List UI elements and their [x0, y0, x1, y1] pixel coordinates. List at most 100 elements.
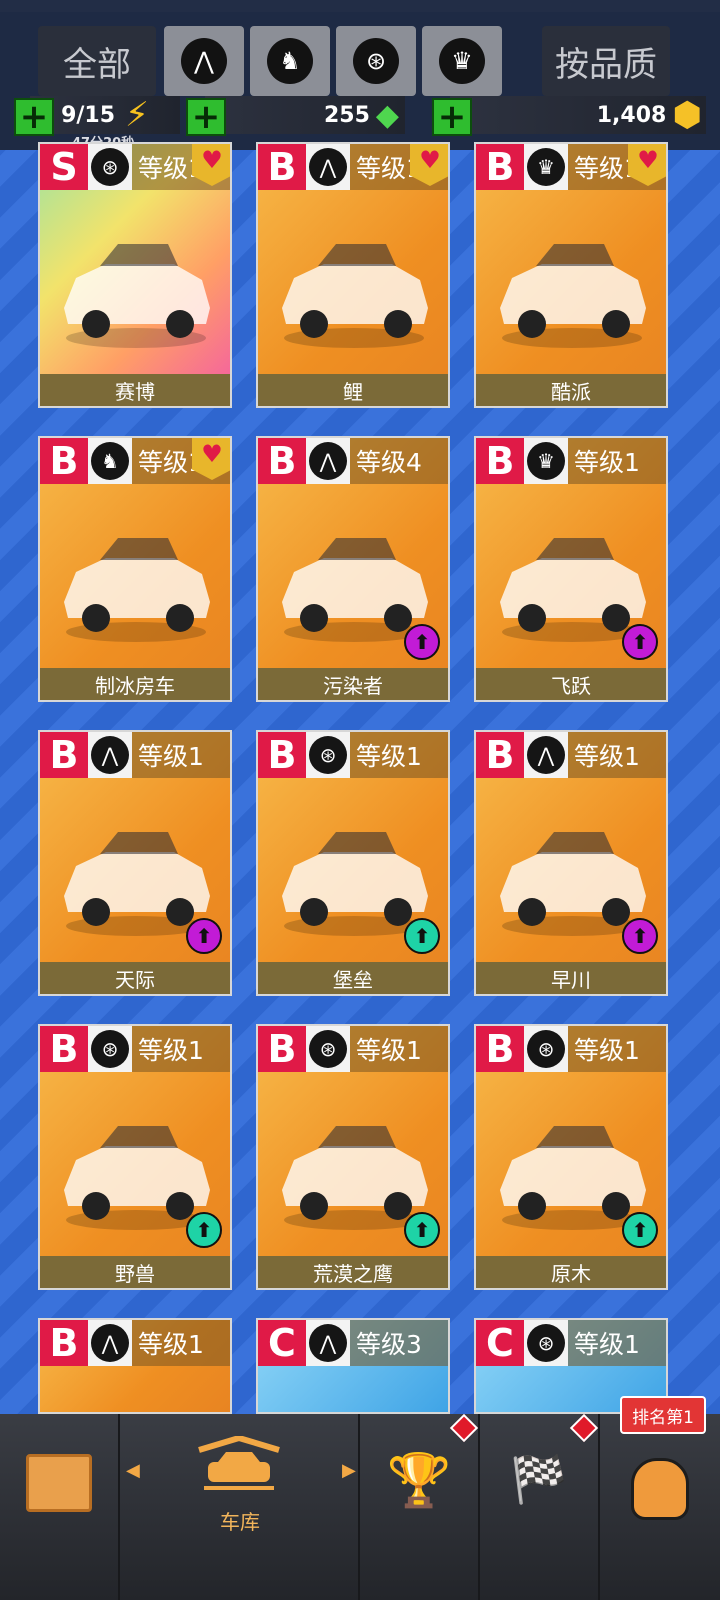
gem-value: 255 [323, 102, 370, 128]
car-image [500, 1126, 646, 1230]
card-header: B ⊛ 等级1 [40, 1026, 230, 1072]
filter-tab-horse[interactable]: ♞ [250, 26, 330, 96]
level-label: 等级1 [132, 732, 230, 778]
gem-counter: 255 ◆ [205, 96, 405, 134]
trophy-icon: 🏆 [386, 1451, 452, 1511]
road-icon: ⋀ [309, 1324, 347, 1362]
car-card[interactable]: B ⋀ 等级1 ⬆ 早川 [474, 730, 668, 996]
car-card[interactable]: B ♛ 等级1 ⬆ 飞跃 [474, 436, 668, 702]
upgrade-arrow-icon[interactable]: ⬆ [186, 1212, 222, 1248]
level-label: 等级1 [350, 1026, 448, 1072]
grade-badge: B [40, 1320, 88, 1366]
road-icon: ⋀ [309, 148, 347, 186]
upgrade-arrow-icon[interactable]: ⬆ [404, 918, 440, 954]
car-card[interactable]: B ⊛ 等级1 ⬆ 野兽 [38, 1024, 232, 1290]
upgrade-arrow-icon[interactable]: ⬆ [404, 624, 440, 660]
wheel-icon: ⊛ [309, 1030, 347, 1068]
car-name: 原木 [476, 1256, 666, 1288]
grade-badge: B [40, 438, 88, 484]
gem-icon: ◆ [375, 97, 399, 133]
car-image [64, 538, 210, 642]
upgrade-arrow-icon[interactable]: ⬆ [622, 1212, 658, 1248]
car-image [500, 832, 646, 936]
grade-badge: B [40, 732, 88, 778]
wheel-icon: ⊛ [309, 736, 347, 774]
class-badge: ⊛ [88, 144, 132, 190]
class-badge: ⊛ [306, 732, 350, 778]
car-name: 赛博 [40, 374, 230, 406]
level-label: 等级1 [568, 1026, 666, 1072]
coin-counter: 1,408 ⬢ [450, 95, 706, 135]
class-badge: ⊛ [524, 1320, 568, 1366]
road-icon: ⋀ [181, 38, 227, 84]
car-card[interactable]: B ⊛ 等级1 ⬆ 荒漠之鹰 [256, 1024, 450, 1290]
class-badge: ♛ [524, 438, 568, 484]
car-image [64, 832, 210, 936]
car-image [282, 244, 428, 348]
nav-profile[interactable] [600, 1414, 720, 1600]
card-header: C ⋀ 等级3 [258, 1320, 448, 1366]
car-card[interactable]: B ⊛ 等级1 ⬆ 堡垒 [256, 730, 450, 996]
wheel-icon: ⊛ [527, 1030, 565, 1068]
grade-badge: B [40, 1026, 88, 1072]
sort-by-quality-button[interactable]: 按品质 [542, 26, 670, 96]
crown-icon: ♛ [527, 148, 565, 186]
car-card[interactable]: B ♞ 等级1 ♥ 制冰房车 [38, 436, 232, 702]
car-image [64, 1126, 210, 1230]
upgrade-arrow-icon[interactable]: ⬆ [186, 918, 222, 954]
add-coins-button[interactable]: + [432, 97, 472, 137]
garage-icon [194, 1434, 284, 1492]
grade-badge: B [258, 144, 306, 190]
card-header: B ⊛ 等级1 [258, 732, 448, 778]
car-card[interactable]: C ⋀ 等级3 [256, 1318, 450, 1414]
car-image [282, 832, 428, 936]
car-card[interactable]: B ⋀ 等级1 ⬆ 天际 [38, 730, 232, 996]
car-card[interactable]: B ⊛ 等级1 ⬆ 原木 [474, 1024, 668, 1290]
car-card[interactable]: B ⋀ 等级1 [38, 1318, 232, 1414]
car-name: 堡垒 [258, 962, 448, 994]
horse-icon: ♞ [91, 442, 129, 480]
card-header: C ⊛ 等级1 [476, 1320, 666, 1366]
nav-shop[interactable] [0, 1414, 118, 1600]
class-badge: ⋀ [88, 1320, 132, 1366]
card-header: B ⋀ 等级4 [258, 438, 448, 484]
grade-badge: C [476, 1320, 524, 1366]
add-energy-button[interactable]: + [14, 97, 54, 137]
car-card[interactable]: B ⋀ 等级1 ♥ 鲤 [256, 142, 450, 408]
card-header: B ⊛ 等级1 [258, 1026, 448, 1072]
class-badge: ⋀ [306, 1320, 350, 1366]
filter-tab-wheel[interactable]: ⊛ [336, 26, 416, 96]
class-badge: ⋀ [306, 438, 350, 484]
car-card[interactable]: S ⊛ 等级1 ♥ 赛博 [38, 142, 232, 408]
nav-events[interactable]: 🏆 [360, 1414, 478, 1600]
car-card[interactable]: B ⋀ 等级4 ⬆ 污染者 [256, 436, 450, 702]
filter-tab-all[interactable]: 全部 [38, 26, 156, 96]
car-name: 鲤 [258, 374, 448, 406]
upgrade-arrow-icon[interactable]: ⬆ [404, 1212, 440, 1248]
sort-label: 按品质 [555, 44, 657, 85]
car-name: 污染者 [258, 668, 448, 700]
level-label: 等级1 [568, 732, 666, 778]
car-image [56, 1396, 216, 1414]
level-label: 等级1 [132, 1320, 230, 1366]
coin-icon: ⬢ [672, 95, 702, 135]
car-card[interactable]: B ♛ 等级1 ♥ 酷派 [474, 142, 668, 408]
nav-race[interactable]: 🏁 [480, 1414, 598, 1600]
level-label: 等级1 [350, 732, 448, 778]
grade-badge: B [258, 438, 306, 484]
car-name: 天际 [40, 962, 230, 994]
upgrade-arrow-icon[interactable]: ⬆ [622, 624, 658, 660]
filter-tab-road[interactable]: ⋀ [164, 26, 244, 96]
grade-badge: B [476, 732, 524, 778]
road-icon: ⋀ [91, 1324, 129, 1362]
level-label: 等级1 [568, 1320, 666, 1366]
garage-prev-icon[interactable]: ◀ [126, 1460, 140, 1481]
add-gems-button[interactable]: + [186, 97, 226, 137]
road-icon: ⋀ [91, 736, 129, 774]
filter-tab-crown[interactable]: ♛ [422, 26, 502, 96]
checkered-flags-icon: 🏁 [510, 1452, 568, 1506]
grade-badge: B [258, 732, 306, 778]
upgrade-arrow-icon[interactable]: ⬆ [622, 918, 658, 954]
garage-next-icon[interactable]: ▶ [342, 1460, 356, 1481]
card-header: B ⊛ 等级1 [476, 1026, 666, 1072]
